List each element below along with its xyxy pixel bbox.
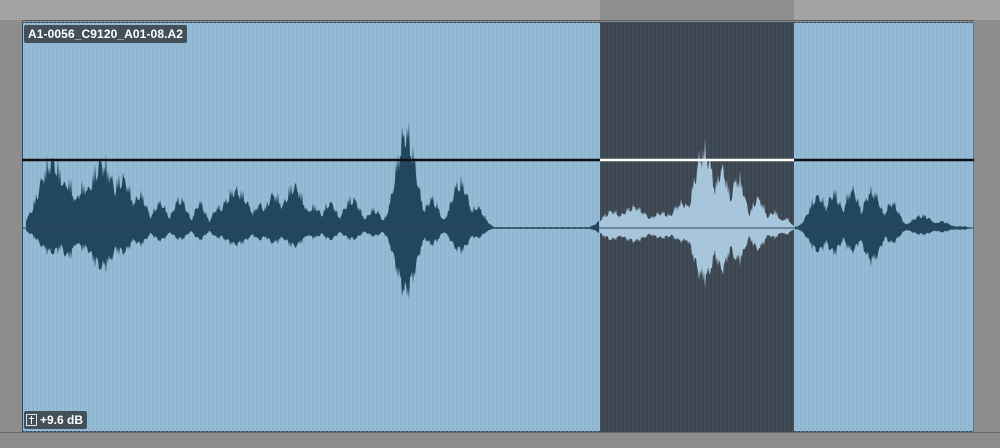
track-right-gutter: [974, 20, 1000, 432]
track-amplitude-ruler: [0, 20, 22, 432]
audio-waveform[interactable]: [22, 22, 974, 432]
track-bottom-edge: [0, 432, 1000, 448]
clip-gain-fader-icon[interactable]: [26, 414, 37, 426]
clip-gain-badge[interactable]: +9.6 dB: [24, 411, 88, 429]
timeline-ruler[interactable]: [0, 0, 1000, 21]
clip-name-label[interactable]: A1-0056_C9120_A01-08.A2: [24, 25, 188, 43]
selection-marker-ruler[interactable]: [600, 0, 794, 20]
clip-gain-value: +9.6 dB: [40, 413, 84, 427]
